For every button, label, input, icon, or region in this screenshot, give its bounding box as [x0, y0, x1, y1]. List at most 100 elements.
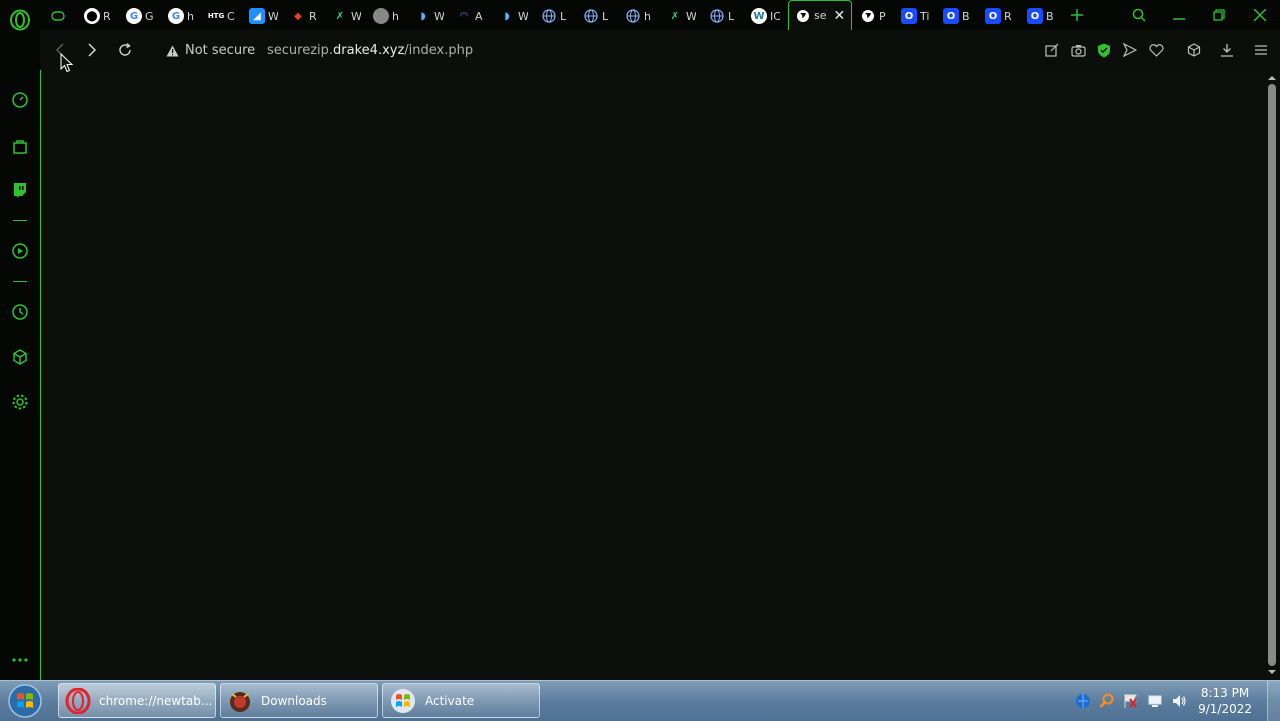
- tab[interactable]: W IC: [751, 3, 787, 29]
- scrollbar-thumb[interactable]: [1268, 84, 1276, 666]
- easy-setup-menu-icon[interactable]: [1251, 40, 1271, 60]
- windows-start-button[interactable]: [4, 682, 46, 720]
- tab-label: IC: [770, 9, 780, 23]
- scroll-up-arrow-icon[interactable]: [1267, 73, 1277, 83]
- tab[interactable]: P: [860, 3, 892, 29]
- search-tabs-icon[interactable]: [1127, 4, 1151, 26]
- edit-share-icon[interactable]: [1042, 40, 1062, 60]
- tab[interactable]: L: [583, 3, 615, 29]
- tray-search-icon[interactable]: [1099, 693, 1115, 709]
- tab-label: R: [103, 9, 111, 23]
- security-indicator[interactable]: Not secure: [166, 43, 255, 58]
- tab[interactable]: ✗ W: [667, 3, 699, 29]
- close-window-icon[interactable]: [1248, 4, 1272, 26]
- warning-triangle-icon: [166, 45, 179, 56]
- tab[interactable]: ✗ W: [332, 3, 364, 29]
- scrollbar[interactable]: [1264, 70, 1280, 680]
- tab-label: L: [728, 9, 735, 23]
- tab[interactable]: ◢ W: [249, 3, 281, 29]
- tray-action-center-flag-icon[interactable]: [1123, 693, 1139, 709]
- forward-arrow-icon[interactable]: [80, 38, 104, 62]
- security-label: Not secure: [185, 43, 256, 58]
- x-logo-icon: ✗: [670, 10, 680, 22]
- taskbar-item-label: Downloads: [261, 693, 327, 708]
- tab-label: W: [686, 9, 696, 23]
- tray-display-icon[interactable]: [1147, 693, 1163, 709]
- tab[interactable]: ◠ A: [456, 3, 488, 29]
- tab[interactable]: L: [541, 3, 573, 29]
- cube-icon[interactable]: [8, 345, 32, 369]
- camera-icon[interactable]: [1068, 40, 1088, 60]
- vpn-shield-icon[interactable]: [1094, 40, 1114, 60]
- windows-icon: [391, 688, 415, 713]
- clock-time: 8:13 PM: [1200, 686, 1250, 700]
- player-icon[interactable]: [8, 239, 32, 263]
- tab[interactable]: O B: [1027, 3, 1059, 29]
- taskbar-item-label: chrome://newtab...: [99, 693, 213, 708]
- tab-active[interactable]: se ✕: [788, 0, 852, 30]
- show-desktop-button[interactable]: [1267, 681, 1280, 721]
- tab-label: B: [1046, 9, 1054, 23]
- sidebar-separator: [13, 281, 27, 282]
- tab[interactable]: L: [709, 3, 741, 29]
- tab[interactable]: [50, 3, 74, 29]
- tab[interactable]: ⬤ R: [84, 3, 114, 29]
- tab[interactable]: h: [625, 3, 657, 29]
- image-icon: ◢: [249, 8, 265, 24]
- tab[interactable]: O Ti: [901, 3, 933, 29]
- bird-icon: ◗: [504, 10, 510, 22]
- url-prefix: securezip.: [267, 43, 334, 58]
- close-tab-icon[interactable]: ✕: [834, 8, 846, 24]
- clock-date: 9/1/2022: [1198, 702, 1252, 716]
- google-icon: G: [168, 8, 184, 24]
- scroll-down-arrow-icon[interactable]: [1267, 667, 1277, 677]
- tab[interactable]: O R: [985, 3, 1017, 29]
- tab-strip: ⬤ R G G G h HTG C ◢ W ◆ R ✗ W h ◗ W ◠ A …: [40, 0, 1280, 30]
- reload-icon[interactable]: [113, 38, 137, 62]
- globe-icon: [795, 8, 811, 24]
- new-tab-plus-icon[interactable]: [1065, 4, 1089, 26]
- github-icon: ⬤: [84, 8, 100, 24]
- tray-volume-speaker-icon[interactable]: [1171, 693, 1187, 709]
- taskbar-item-opera[interactable]: chrome://newtab...: [58, 683, 216, 718]
- tab[interactable]: O B: [943, 3, 975, 29]
- tab[interactable]: ◗ W: [499, 3, 531, 29]
- url-path: /index.php: [404, 43, 474, 58]
- tab-label: L: [560, 9, 567, 23]
- globe-icon: [583, 8, 599, 24]
- heart-icon[interactable]: [1146, 40, 1166, 60]
- tab[interactable]: ◗ W: [415, 3, 447, 29]
- history-icon[interactable]: [8, 300, 32, 324]
- tab[interactable]: ◆ R: [290, 3, 322, 29]
- download-icon[interactable]: [1217, 40, 1237, 60]
- tab[interactable]: G G: [126, 3, 156, 29]
- taskbar-item-downloads[interactable]: Downloads: [220, 683, 378, 718]
- tab[interactable]: h: [373, 3, 405, 29]
- minimize-icon[interactable]: [1167, 4, 1191, 26]
- restore-icon[interactable]: [1207, 4, 1231, 26]
- speedometer-icon[interactable]: [8, 88, 32, 112]
- more-dots-icon[interactable]: [8, 648, 32, 672]
- mouse-cursor-icon: [60, 53, 74, 73]
- tab-label: W: [268, 9, 278, 23]
- settings-gear-icon[interactable]: [8, 390, 32, 414]
- system-clock[interactable]: 8:13 PM 9/1/2022: [1198, 685, 1252, 717]
- opera-logo-icon[interactable]: [8, 8, 32, 32]
- tab-label: h: [644, 9, 651, 23]
- extensions-cube-icon[interactable]: [1184, 40, 1204, 60]
- tab[interactable]: HTG C: [208, 3, 240, 29]
- tray-network-globe-icon[interactable]: [1075, 693, 1091, 709]
- tab-label: h: [187, 9, 194, 23]
- opera-blue-icon: O: [943, 8, 959, 24]
- bag-icon[interactable]: [8, 134, 32, 158]
- send-icon[interactable]: [1120, 40, 1140, 60]
- windows-taskbar: chrome://newtab... Downloads Activate 8:…: [0, 680, 1280, 721]
- taskbar-item-activate[interactable]: Activate: [382, 683, 540, 718]
- url-field[interactable]: securezip.drake4.xyz/index.php: [267, 43, 473, 58]
- tab-label: W: [518, 9, 528, 23]
- sphere-icon: [373, 8, 389, 24]
- globe-icon: [625, 8, 641, 24]
- sidebar: [0, 0, 40, 680]
- twitch-icon[interactable]: [8, 178, 32, 202]
- tab[interactable]: G h: [168, 3, 198, 29]
